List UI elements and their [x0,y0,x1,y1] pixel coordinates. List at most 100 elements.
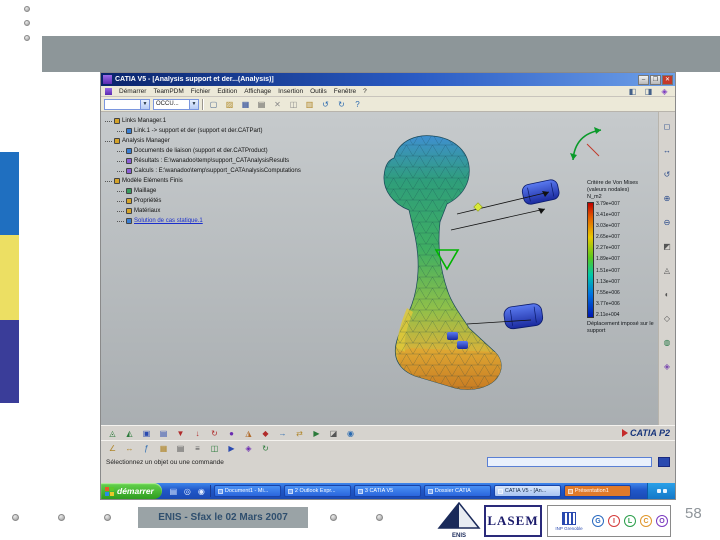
clamp-icon[interactable]: ▣ [140,427,153,440]
save-icon[interactable]: ▦ [239,98,252,111]
tree-item-resultats[interactable]: Résultats : E:\wanadoo\temp\support_CATA… [117,156,301,166]
tree-item-calculs[interactable]: Calculs : E:\wanadoo\temp\support_CATAna… [117,166,301,176]
maximize-button[interactable]: ❐ [650,74,661,85]
task-catia-2[interactable]: 3 CATIA V5 [353,485,421,497]
workbench-icon[interactable]: ◈ [658,85,671,98]
mesh-part-icon[interactable]: ◬ [106,427,119,440]
pan-icon[interactable]: ↔ [661,144,674,157]
knowledge-formula-icon[interactable]: ƒ [140,442,153,455]
inp-caption: INP Grenoble [555,525,583,531]
print-icon[interactable]: ▤ [255,98,268,111]
amplification-icon[interactable]: ◉ [344,427,357,440]
command-input[interactable] [487,457,652,467]
hide-show-icon[interactable]: ◍ [661,336,674,349]
windows-taskbar: démarrer ▤ ◎ ◉ Document1 - Mi... 2 Outlook… [101,483,675,499]
browser-icon[interactable]: ◎ [182,485,193,497]
player-icon[interactable]: ▶ [225,442,238,455]
tree-item-analysis-manager[interactable]: Analysis Manager [105,136,301,146]
mail-icon[interactable]: ◉ [196,485,207,497]
iso-view-icon[interactable]: ◬ [661,264,674,277]
shading-icon[interactable]: ◐ [661,288,674,301]
chevron-down-icon: ▼ [189,99,198,109]
principal-stress-icon[interactable]: ⇄ [293,427,306,440]
deformation-icon[interactable]: ◮ [242,427,255,440]
tree-item-materiaux[interactable]: Matériaux [117,206,301,216]
compute-icon[interactable]: ● [225,427,238,440]
menu-item[interactable]: Edition [217,88,237,95]
menu-item[interactable]: Affichage [244,88,271,95]
rotate-icon[interactable]: ↺ [661,168,674,181]
tree-item-modele-ef[interactable]: Modèle Eléments Finis [105,176,301,186]
tree-item-maillage[interactable]: Maillage [117,186,301,196]
copy-icon[interactable]: ◫ [287,98,300,111]
minimize-button[interactable]: – [638,74,649,85]
tree-node-icon [126,198,132,204]
force-icon[interactable]: ↓ [191,427,204,440]
show-desktop-icon[interactable]: ▤ [168,485,179,497]
task-dossier[interactable]: Dossier CATIA [423,485,491,497]
wireframe-icon[interactable]: ◇ [661,312,674,325]
tree-item-proprietes[interactable]: Propriétés [117,196,301,206]
menu-item[interactable]: Fenêtre [334,88,356,95]
tree-item-liaison[interactable]: Documents de liaison (support et der.CAT… [117,146,301,156]
menu-item[interactable]: Fichier [191,88,211,95]
tree-item-links-manager[interactable]: Links Manager.1 [105,116,301,126]
open-icon[interactable]: ▨ [223,98,236,111]
pressure-icon[interactable]: ▼ [174,427,187,440]
tree-item-solution[interactable]: Solution de cas statique.1 [117,216,301,226]
undo-icon[interactable]: ↺ [319,98,332,111]
task-presentation[interactable]: Présentation1 [563,485,631,497]
power-input-icon [658,457,670,467]
gilco-letter: I [608,515,620,527]
report-icon[interactable]: ▤ [174,442,187,455]
filter-combo[interactable]: OCCU... ▼ [153,98,199,110]
paste-icon[interactable]: ▥ [303,98,316,111]
3d-viewport[interactable]: Links Manager.1 Link.1 -> support et der… [101,112,658,425]
tools-toolbar: ∠ ↔ ƒ ▦ ▤ ≡ ◫ ▶ ◈ ↻ [101,440,675,455]
gilco-letter: C [640,515,652,527]
menu-item[interactable]: ? [363,88,367,95]
local-mesh-icon[interactable]: ◭ [123,427,136,440]
von-mises-stress-icon[interactable]: ◆ [259,427,272,440]
close-button[interactable]: ✕ [662,74,673,85]
slider-restraint-icon[interactable]: ▤ [157,427,170,440]
refresh-icon[interactable]: ↻ [259,442,272,455]
normal-view-icon[interactable]: ◩ [661,240,674,253]
animate-icon[interactable]: ▶ [310,427,323,440]
cut-plane-icon[interactable]: ◪ [327,427,340,440]
menu-item[interactable]: Insertion [278,88,303,95]
measure-between-icon[interactable]: ↔ [123,442,136,455]
new-document-icon[interactable]: ▢ [207,98,220,111]
view-mode-combo[interactable]: ▼ [104,98,150,110]
catalog-icon[interactable]: ▦ [157,442,170,455]
tree-node-icon [114,178,120,184]
moment-icon[interactable]: ↻ [208,427,221,440]
status-bar: Sélectionnez un objet ou une commande [101,455,675,469]
groups-icon[interactable]: ◈ [242,442,255,455]
task-catia-active[interactable]: CATIA V5 - [An... [493,485,561,497]
menu-item[interactable]: Démarrer [119,88,146,95]
cut-icon[interactable]: ✕ [271,98,284,111]
gilco-letter: L [624,515,636,527]
fit-all-icon[interactable]: ◻ [661,120,674,133]
graph-tree-icon[interactable]: ◈ [661,360,674,373]
menu-item[interactable]: Outils [310,88,327,95]
displacement-icon[interactable]: → [276,427,289,440]
zoom-in-icon[interactable]: ⊕ [661,192,674,205]
image-capture-icon[interactable]: ◫ [208,442,221,455]
measure-angle-icon[interactable]: ∠ [106,442,119,455]
task-document1[interactable]: Document1 - Mi... [213,485,281,497]
window-cascade-icon[interactable]: ◧ [626,85,639,98]
window-tile-icon[interactable]: ◨ [642,85,655,98]
zoom-out-icon[interactable]: ⊖ [661,216,674,229]
help-icon[interactable]: ? [351,98,364,111]
redo-icon[interactable]: ↻ [335,98,348,111]
task-outlook[interactable]: 2 Outlook Expr... [283,485,351,497]
task-icon [567,488,573,494]
view-compass[interactable] [570,127,602,161]
menu-item[interactable]: TeamPDM [153,88,183,95]
start-button[interactable]: démarrer [101,483,162,499]
bullet-dot [24,20,30,26]
historic-icon[interactable]: ≡ [191,442,204,455]
tree-item-link1[interactable]: Link.1 -> support et der (support et der… [117,126,301,136]
